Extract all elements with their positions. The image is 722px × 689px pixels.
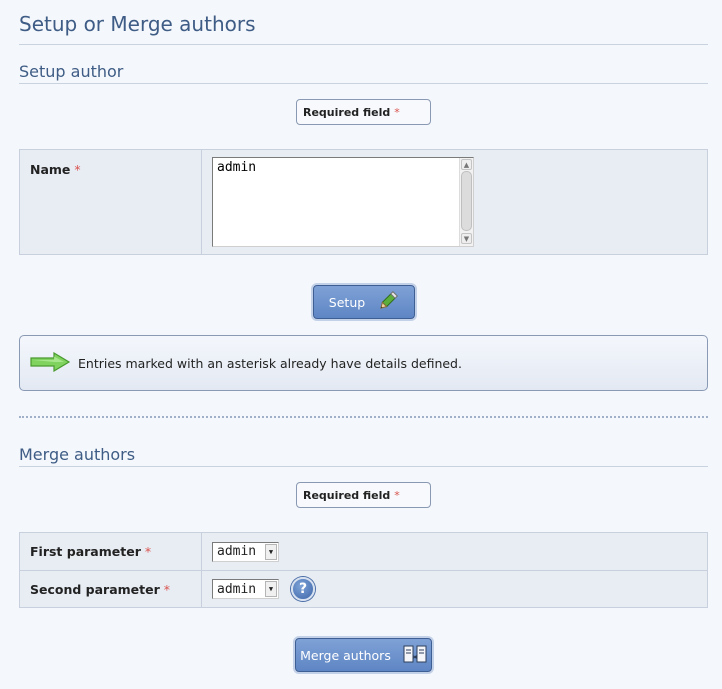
name-label-cell: Name * bbox=[20, 150, 202, 254]
second-parameter-select[interactable]: admin ▼ bbox=[212, 579, 279, 599]
setup-section-title: Setup author bbox=[19, 62, 708, 84]
name-label: Name bbox=[30, 162, 71, 177]
merge-authors-button-label: Merge authors bbox=[300, 647, 391, 663]
merge-form-table: First parameter * admin ▼ Second paramet… bbox=[19, 532, 708, 608]
scroll-thumb[interactable] bbox=[461, 171, 472, 231]
section-separator bbox=[19, 416, 708, 418]
pencil-icon bbox=[377, 290, 399, 315]
help-icon[interactable]: ? bbox=[291, 577, 315, 601]
second-parameter-label: Second parameter bbox=[30, 581, 160, 597]
first-parameter-field-cell: admin ▼ bbox=[202, 533, 707, 570]
name-row: Name * admin ▲ ▼ bbox=[20, 150, 707, 254]
required-asterisk: * bbox=[394, 105, 400, 119]
second-parameter-value: admin bbox=[217, 581, 257, 597]
setup-button-label: Setup bbox=[328, 294, 366, 310]
scroll-up-icon[interactable]: ▲ bbox=[461, 159, 472, 170]
info-message-box: Entries marked with an asterisk already … bbox=[19, 335, 708, 391]
textarea-scrollbar[interactable]: ▲ ▼ bbox=[459, 158, 473, 246]
name-textarea[interactable]: admin ▲ ▼ bbox=[212, 157, 474, 247]
merge-required-field-label: Required field bbox=[303, 488, 391, 502]
merge-authors-button[interactable]: Merge authors bbox=[295, 638, 432, 672]
first-parameter-value: admin bbox=[217, 544, 257, 559]
first-parameter-label-cell: First parameter * bbox=[20, 533, 202, 570]
merge-required-asterisk: * bbox=[394, 488, 400, 502]
merge-required-field-legend: Required field * bbox=[296, 482, 431, 508]
merge-icon bbox=[403, 645, 427, 666]
name-field-cell: admin ▲ ▼ bbox=[202, 150, 707, 254]
second-parameter-field-cell: admin ▼ ? bbox=[202, 571, 707, 607]
help-icon-glyph: ? bbox=[298, 581, 308, 597]
second-parameter-row: Second parameter * admin ▼ ? bbox=[20, 570, 707, 607]
name-asterisk: * bbox=[74, 162, 81, 177]
arrow-right-icon bbox=[30, 351, 71, 375]
first-parameter-row: First parameter * admin ▼ bbox=[20, 533, 707, 570]
scroll-down-icon[interactable]: ▼ bbox=[461, 233, 472, 244]
merge-section-title: Merge authors bbox=[19, 445, 708, 467]
second-parameter-asterisk: * bbox=[163, 581, 171, 597]
first-parameter-select[interactable]: admin ▼ bbox=[212, 541, 279, 562]
setup-form-table: Name * admin ▲ ▼ bbox=[19, 149, 708, 255]
name-textarea-value: admin bbox=[217, 160, 257, 175]
chevron-down-icon[interactable]: ▼ bbox=[265, 581, 277, 597]
required-field-label: Required field bbox=[303, 105, 391, 119]
required-field-legend: Required field * bbox=[296, 99, 431, 125]
second-parameter-label-cell: Second parameter * bbox=[20, 571, 202, 607]
chevron-down-icon[interactable]: ▼ bbox=[265, 543, 277, 560]
page-title: Setup or Merge authors bbox=[19, 12, 708, 45]
first-parameter-asterisk: * bbox=[144, 544, 152, 559]
first-parameter-label: First parameter bbox=[30, 544, 141, 559]
info-message: Entries marked with an asterisk already … bbox=[78, 355, 462, 371]
setup-button[interactable]: Setup bbox=[313, 285, 415, 319]
